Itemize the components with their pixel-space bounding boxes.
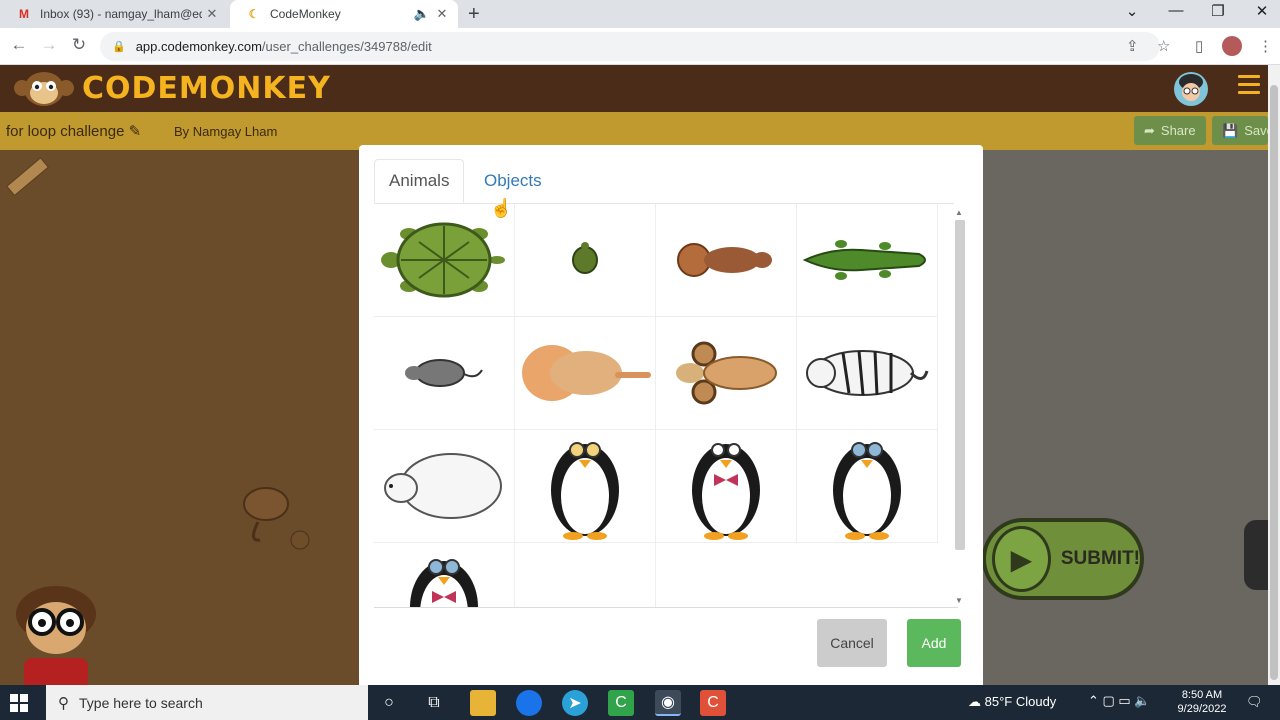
submit-button[interactable]: ▶ SUBMIT! <box>982 518 1144 600</box>
professor-monkey-mascot <box>16 586 96 690</box>
lock-icon: 🔒 <box>112 41 126 53</box>
search-icon: ⚲ <box>58 694 69 712</box>
animal-lion[interactable] <box>515 317 656 430</box>
challenge-title-text: for loop challenge <box>6 123 125 140</box>
animal-turtle[interactable] <box>374 204 515 317</box>
tab-gmail[interactable]: M Inbox (93) - namgay_lham@educ ✕ <box>0 0 228 28</box>
url-field[interactable]: 🔒 app.codemonkey.com/user_challenges/349… <box>100 32 1160 61</box>
browser-tab-strip: M Inbox (93) - namgay_lham@educ ✕ ☾ Code… <box>0 0 1280 28</box>
chrome-icon[interactable] <box>516 690 542 716</box>
user-avatar[interactable] <box>1174 72 1208 106</box>
taskbar: ⚲ Type here to search ○ ⧉ ➤ C ◉ C ☁ 85°F… <box>0 685 1280 720</box>
submit-label: SUBMIT! <box>1060 548 1140 569</box>
chrome-active-icon[interactable]: ◉ <box>655 690 681 716</box>
bookmark-star-icon[interactable]: ☆ <box>1157 37 1170 55</box>
browser-menu-icon[interactable]: ⋮ <box>1258 37 1273 55</box>
ruler-icon[interactable] <box>2 154 50 202</box>
forward-button[interactable]: → <box>38 35 60 55</box>
animal-beaver[interactable] <box>656 204 797 317</box>
animal-gallery <box>374 204 958 608</box>
share-button[interactable]: ➦ Share <box>1134 116 1206 145</box>
file-explorer-icon[interactable] <box>470 690 496 716</box>
play-icon: ▶ <box>992 526 1051 592</box>
clock-date: 9/29/2022 <box>1177 703 1227 715</box>
edit-pencil-icon[interactable]: ✎ <box>129 123 142 140</box>
share-label: Share <box>1160 123 1196 138</box>
settings-gear-icon[interactable] <box>1244 520 1268 590</box>
add-object-dialog: Animals Objects ▲ ▼ Cancel Add <box>359 145 983 685</box>
animal-tiger[interactable] <box>797 317 938 430</box>
weather-widget[interactable]: ☁ 85°F Cloudy <box>968 694 1056 710</box>
animal-penguin-goggles-orange[interactable] <box>515 430 656 543</box>
animal-penguin-goggles-bowtie[interactable] <box>374 543 515 607</box>
reload-button[interactable]: ↻ <box>68 35 90 55</box>
animal-rat[interactable] <box>374 317 515 430</box>
monkey-logo-icon <box>14 72 74 106</box>
speaker-icon[interactable]: 🔈 <box>412 6 432 22</box>
notification-icon[interactable]: 🗨 <box>1246 694 1263 710</box>
empty-cell <box>515 543 656 607</box>
close-tab-icon[interactable]: ✕ <box>432 6 452 22</box>
codemonkey-banana-icon: ☾ <box>248 7 260 21</box>
new-tab-button[interactable]: + <box>468 3 480 26</box>
tab-search-chevron-icon[interactable]: ⌄ <box>1120 2 1144 20</box>
scroll-up-icon[interactable]: ▲ <box>955 208 963 217</box>
tab-title: Inbox (93) - namgay_lham@educ <box>40 7 202 21</box>
app-header: CODEMONKEY <box>0 65 1268 112</box>
hand-cursor-icon: ☝ <box>490 198 513 218</box>
recorder-icon[interactable]: C <box>700 690 726 716</box>
animal-penguin-bowtie[interactable] <box>656 430 797 543</box>
animal-small-turtle[interactable] <box>515 204 656 317</box>
tab-animals[interactable]: Animals <box>374 159 465 203</box>
windows-start-icon[interactable] <box>10 694 28 712</box>
url-path: /user_challenges/349788/edit <box>261 39 432 54</box>
gallery-scrollbar[interactable]: ▲ ▼ <box>953 208 967 608</box>
weather-text: 85°F Cloudy <box>984 694 1057 709</box>
monkey-character <box>243 487 310 550</box>
challenge-author: By Namgay Lham <box>174 124 278 139</box>
tab-objects[interactable]: Objects <box>470 159 556 203</box>
app-logo-text[interactable]: CODEMONKEY <box>82 71 331 106</box>
close-window-button[interactable]: ✕ <box>1250 2 1274 20</box>
animal-polar-bear[interactable] <box>374 430 515 543</box>
save-disk-icon: 💾 <box>1222 122 1239 138</box>
save-button[interactable]: 💾 Save <box>1212 116 1268 145</box>
restore-button[interactable]: ❐ <box>1206 2 1230 20</box>
taskbar-search-input[interactable]: ⚲ Type here to search <box>46 685 368 720</box>
animal-penguin-goggles-blue[interactable] <box>797 430 938 543</box>
minimize-button[interactable]: — <box>1164 2 1188 19</box>
close-tab-icon[interactable]: ✕ <box>202 6 222 22</box>
tab-codemonkey[interactable]: ☾ CodeMonkey 🔈 ✕ <box>230 0 458 28</box>
hamburger-menu-icon[interactable] <box>1238 75 1260 99</box>
cloud-icon: ☁ <box>968 694 985 709</box>
tab-title: CodeMonkey <box>270 7 341 21</box>
system-tray-icons[interactable]: ⌃ ▢ ▭ 🔈 <box>1088 693 1150 709</box>
task-view-icon[interactable]: ⧉ <box>421 690 447 716</box>
cancel-button[interactable]: Cancel <box>817 619 887 667</box>
cortana-icon[interactable]: ○ <box>376 690 402 716</box>
challenge-title[interactable]: for loop challenge ✎ <box>6 122 141 140</box>
clock-time: 8:50 AM <box>1181 689 1223 701</box>
side-panel-icon[interactable]: ▯ <box>1195 37 1203 55</box>
back-button[interactable]: ← <box>8 35 30 55</box>
save-label: Save <box>1244 123 1268 138</box>
profile-avatar[interactable] <box>1222 36 1242 56</box>
gmail-icon: M <box>19 7 29 21</box>
page-scrollbar[interactable] <box>1268 65 1280 685</box>
telegram-icon[interactable]: ➤ <box>562 690 588 716</box>
animal-ram[interactable] <box>656 317 797 430</box>
animal-crocodile[interactable] <box>797 204 938 317</box>
search-placeholder: Type here to search <box>79 694 203 711</box>
address-bar: ← → ↻ 🔒 app.codemonkey.com/user_challeng… <box>0 28 1280 65</box>
share-page-icon[interactable]: ⇪ <box>1126 37 1139 55</box>
scroll-down-icon[interactable]: ▼ <box>955 596 963 605</box>
gallery-scroll-thumb[interactable] <box>955 220 965 550</box>
add-button[interactable]: Add <box>907 619 961 667</box>
share-arrow-icon: ➦ <box>1144 122 1155 138</box>
url-domain: app.codemonkey.com <box>135 39 262 54</box>
camtasia-icon[interactable]: C <box>608 690 634 716</box>
clock[interactable]: 8:50 AM 9/29/2022 <box>1172 688 1232 716</box>
